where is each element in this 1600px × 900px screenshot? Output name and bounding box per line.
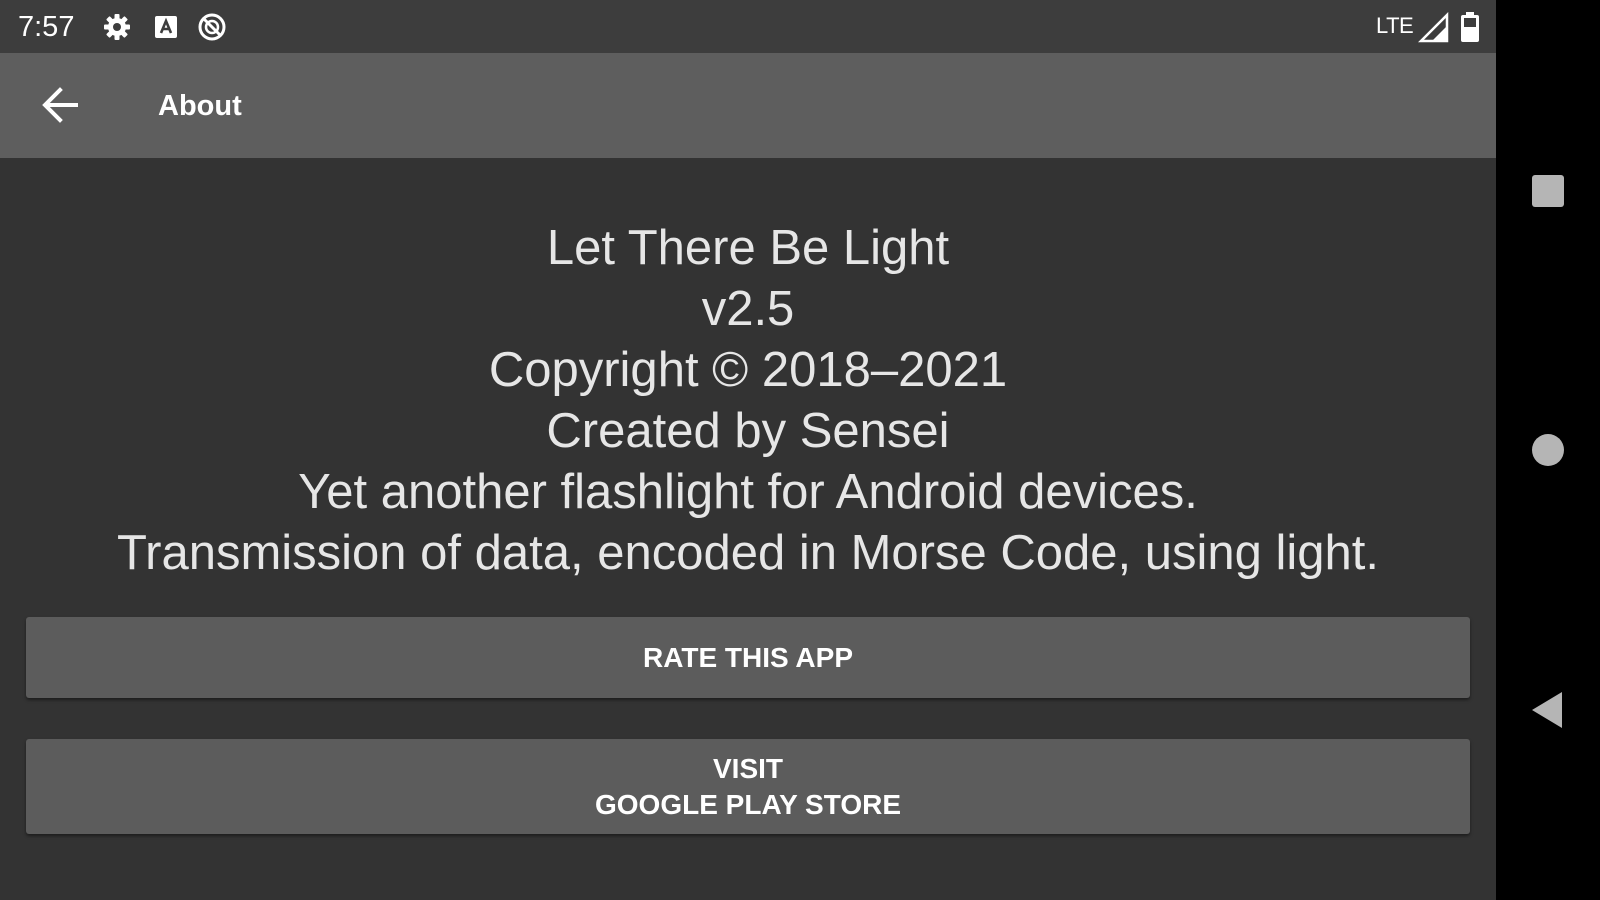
arrow-back-icon[interactable] (30, 73, 94, 137)
gear-icon (104, 14, 130, 40)
about-text-block: Let There Be Light v2.5 Copyright © 2018… (0, 218, 1496, 584)
author-text: Created by Sensei (546, 404, 950, 458)
signal-icon (1418, 12, 1449, 43)
status-time: 7:57 (18, 11, 75, 43)
copyright-text: Copyright © 2018–2021 (488, 343, 1008, 397)
app-bar: About (0, 53, 1496, 158)
rate-app-label: RATE THIS APP (642, 642, 853, 673)
battery-icon (1461, 12, 1479, 42)
page-title: About (158, 90, 242, 122)
feature-text: Transmission of data, encoded in Morse C… (117, 526, 1379, 580)
recents-square-icon[interactable] (1524, 167, 1572, 215)
app-name: Let There Be Light (546, 221, 950, 275)
visit-play-store-button[interactable]: VISIT GOOGLE PLAY STORE (26, 739, 1470, 834)
description-text: Yet another flashlight for Android devic… (298, 465, 1198, 519)
a-box-icon (155, 16, 177, 38)
visit-label-line1: VISIT (712, 753, 783, 784)
network-type: LTE (1376, 13, 1414, 38)
visit-label-line2: GOOGLE PLAY STORE (594, 789, 901, 820)
sync-disabled-icon (198, 13, 226, 41)
back-triangle-icon[interactable] (1524, 686, 1572, 734)
status-bar: 7:57 LTE (0, 0, 1496, 53)
system-nav-bar (1496, 0, 1600, 900)
rate-app-button[interactable]: RATE THIS APP (26, 617, 1470, 698)
app-screen: 7:57 LTE About Let There Be Light v2.5 C… (0, 0, 1496, 900)
app-version: v2.5 (701, 282, 795, 336)
home-circle-icon[interactable] (1524, 426, 1572, 474)
